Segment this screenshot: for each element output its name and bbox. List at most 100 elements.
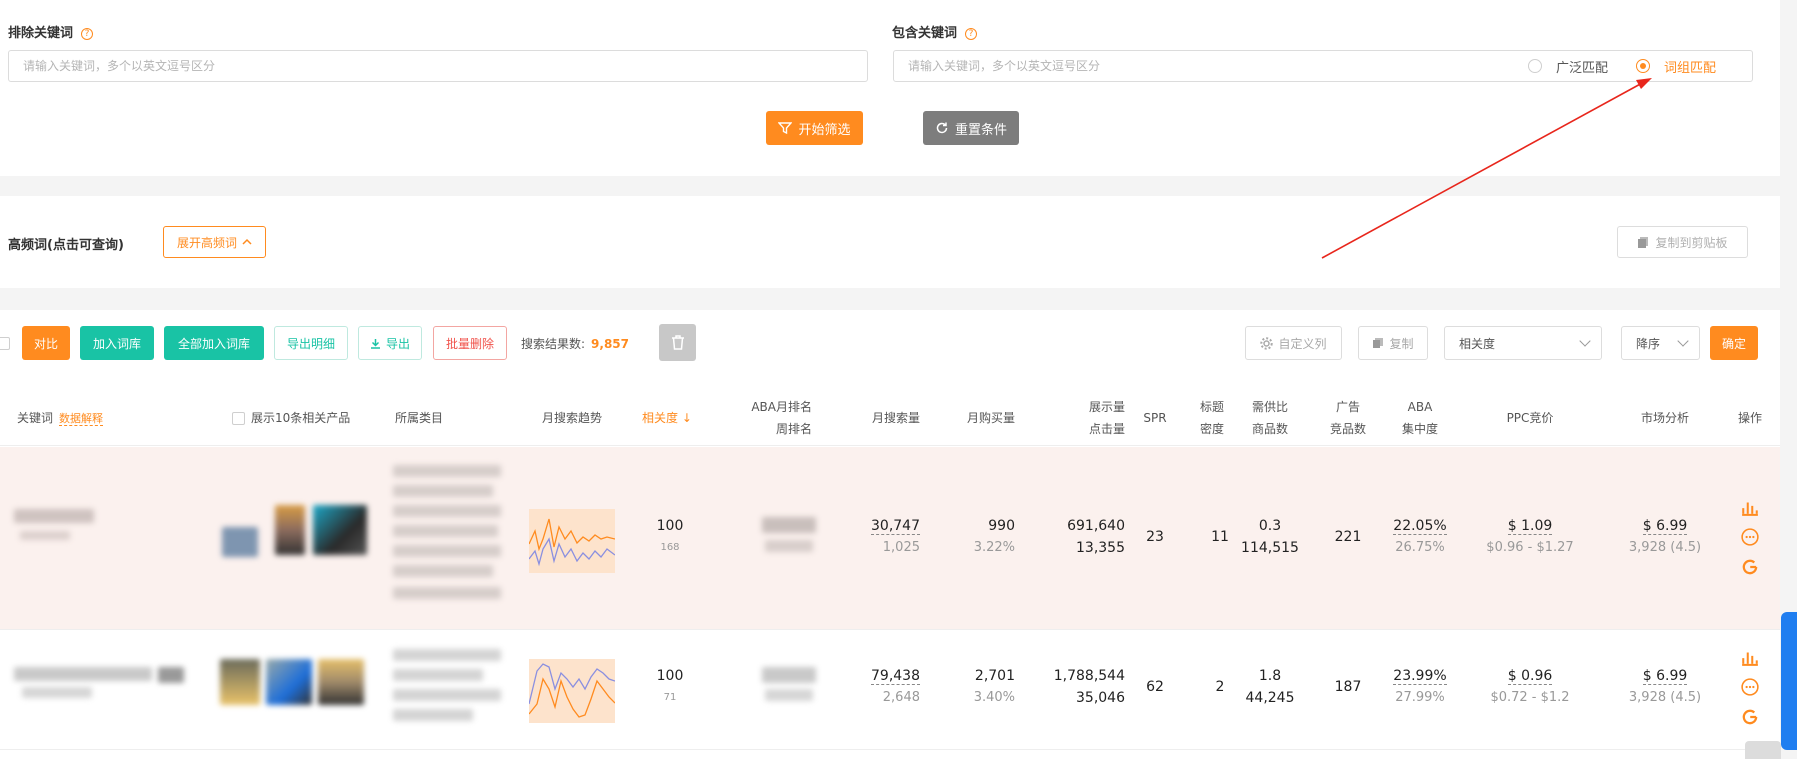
category-text-blurred [393, 505, 501, 517]
add-to-library-button[interactable]: 加入词库 [80, 326, 154, 360]
bar-chart-icon[interactable] [1741, 648, 1759, 666]
col-title-density-2: 密度 [1199, 422, 1224, 436]
col-monthly-purchase: 月购买量 [966, 411, 1015, 425]
col-aba-rank: ABA月排名 周排名 [730, 396, 812, 440]
product-count-main: 114,515 [1241, 540, 1299, 556]
product-thumbnail[interactable] [222, 527, 258, 557]
category-text-blurred [393, 669, 483, 681]
relevance-value: 100 168 [640, 515, 700, 559]
aba-rank-blurred [762, 667, 816, 683]
col-clicks-label: 点击量 [1088, 422, 1125, 436]
product-thumbnail[interactable] [220, 659, 260, 705]
sort-order-select[interactable]: 降序 [1621, 326, 1700, 360]
market-reviews: 3,928 (4.5) [1628, 540, 1702, 555]
col-relevance[interactable]: 相关度 ↓ [642, 407, 692, 429]
bar-chart-icon[interactable] [1741, 498, 1759, 516]
keyword-sub-blurred [22, 687, 92, 698]
more-icon[interactable] [1741, 678, 1759, 696]
copy-to-clipboard-button[interactable]: 复制到剪贴板 [1617, 226, 1748, 258]
select-all-checkbox[interactable] [0, 337, 10, 350]
category-text-blurred [393, 709, 473, 721]
custom-columns-button[interactable]: 自定义列 [1245, 326, 1342, 360]
back-to-top-button[interactable] [1745, 741, 1781, 759]
radio-broad-match[interactable]: 广泛匹配 [1528, 57, 1608, 76]
category-text-blurred [393, 587, 501, 599]
category-text-blurred [393, 465, 501, 477]
product-thumbnail[interactable] [313, 505, 367, 555]
add-all-to-library-button[interactable]: 全部加入词库 [164, 326, 264, 360]
table-header: 关键词 数据解释 展示10条相关产品 所属类目 月搜索趋势 相关度 ↓ ABA月排… [0, 390, 1780, 446]
monthly-search-sub: 2,648 [882, 690, 920, 705]
export-detail-label: 导出明细 [286, 336, 335, 351]
trash-button[interactable] [659, 324, 696, 361]
ppc-value: $ 0.96 $0.72 - $1.2 [1475, 665, 1585, 709]
chat-widget-tab[interactable] [1781, 612, 1797, 750]
copy-button[interactable]: 复制 [1358, 326, 1428, 360]
start-filter-button[interactable]: 开始筛选 [766, 111, 863, 145]
export-button[interactable]: 导出 [358, 326, 422, 360]
keyword-text-blurred[interactable] [14, 667, 152, 681]
radio-icon [1528, 59, 1542, 73]
aba-concentration-main[interactable]: 23.99% [1393, 668, 1447, 685]
ppc-main[interactable]: $ 0.96 [1507, 668, 1553, 685]
hot-words-title: 高频词(点击可查询) [8, 238, 124, 253]
keyword-text-blurred[interactable] [14, 509, 94, 523]
aba-concentration-sub: 27.99% [1395, 690, 1445, 705]
google-icon[interactable] [1741, 558, 1759, 576]
relevance-value: 100 71 [640, 665, 700, 709]
refresh-icon [936, 122, 948, 134]
monthly-purchase-value: 990 3.22% [935, 515, 1015, 559]
sort-field-select[interactable]: 相关度 [1444, 326, 1602, 360]
export-detail-button[interactable]: 导出明细 [274, 326, 348, 360]
help-icon[interactable]: ? [965, 28, 978, 40]
impressions-main: 691,640 [1067, 518, 1125, 534]
col-ad-count: 广告 竞品数 [1323, 396, 1373, 440]
col-title-density: 标题 密度 [1192, 396, 1232, 440]
product-thumbnail[interactable] [275, 505, 305, 555]
reset-button[interactable]: 重置条件 [923, 111, 1019, 145]
market-value: $ 6.99 3,928 (4.5) [1615, 515, 1715, 559]
compare-button[interactable]: 对比 [22, 326, 70, 360]
data-explain-link[interactable]: 数据解释 [59, 412, 104, 426]
radio-phrase-match[interactable]: 词组匹配 [1636, 57, 1716, 76]
col-keyword-label: 关键词 [17, 411, 54, 425]
impressions-value: 1,788,544 35,046 [1025, 665, 1125, 709]
more-icon[interactable] [1741, 528, 1759, 546]
product-thumbnail[interactable] [318, 659, 364, 705]
monthly-search-main[interactable]: 79,438 [871, 668, 920, 685]
purchase-rate: 3.22% [973, 540, 1015, 555]
expand-hot-words-button[interactable]: 展开高频词 [163, 226, 266, 258]
col-category: 所属类目 [395, 411, 444, 425]
exclude-keyword-label: 排除关键词? [8, 22, 94, 41]
batch-delete-button[interactable]: 批量删除 [433, 326, 507, 360]
col-show-products[interactable]: 展示10条相关产品 [232, 407, 350, 429]
col-spr: SPR [1143, 411, 1167, 425]
include-keyword-label: 包含关键词? [892, 22, 978, 41]
confirm-button[interactable]: 确定 [1710, 326, 1758, 360]
ppc-main[interactable]: $ 1.09 [1507, 518, 1553, 535]
show-products-checkbox[interactable] [232, 411, 245, 425]
col-ad-2: 竞品数 [1329, 422, 1366, 436]
monthly-search-main[interactable]: 30,747 [871, 518, 920, 535]
help-icon[interactable]: ? [81, 28, 94, 40]
page: 排除关键词? 包含关键词? 广泛匹配 词组匹配 开始筛选 重置条件 [0, 0, 1797, 759]
aba-concentration-value: 22.05% 26.75% [1385, 515, 1455, 559]
aba-concentration-value: 23.99% 27.99% [1385, 665, 1455, 709]
table-row[interactable]: 100 168 30,747 1,025 990 3.22% 691,640 13,35… [0, 447, 1780, 630]
result-count-text: 搜索结果数: [521, 337, 586, 351]
monthly-trend-sparkline[interactable] [529, 659, 615, 723]
market-price[interactable]: $ 6.99 [1642, 668, 1688, 685]
spr-value: 23 [1146, 529, 1164, 545]
google-icon[interactable] [1741, 708, 1759, 726]
sort-order-value: 降序 [1636, 336, 1661, 351]
aba-concentration-main[interactable]: 22.05% [1393, 518, 1447, 535]
category-text-blurred [393, 565, 493, 577]
impressions-main: 1,788,544 [1053, 668, 1125, 684]
product-thumbnail[interactable] [266, 659, 312, 705]
export-label: 导出 [385, 336, 410, 351]
exclude-keyword-input[interactable] [8, 50, 868, 82]
market-price[interactable]: $ 6.99 [1642, 518, 1688, 535]
monthly-trend-sparkline[interactable] [529, 509, 615, 573]
monthly-search-value: 79,438 2,648 [840, 665, 920, 709]
table-row[interactable]: 100 71 79,438 2,648 2,701 3.40% 1,788,544 35… [0, 631, 1780, 750]
